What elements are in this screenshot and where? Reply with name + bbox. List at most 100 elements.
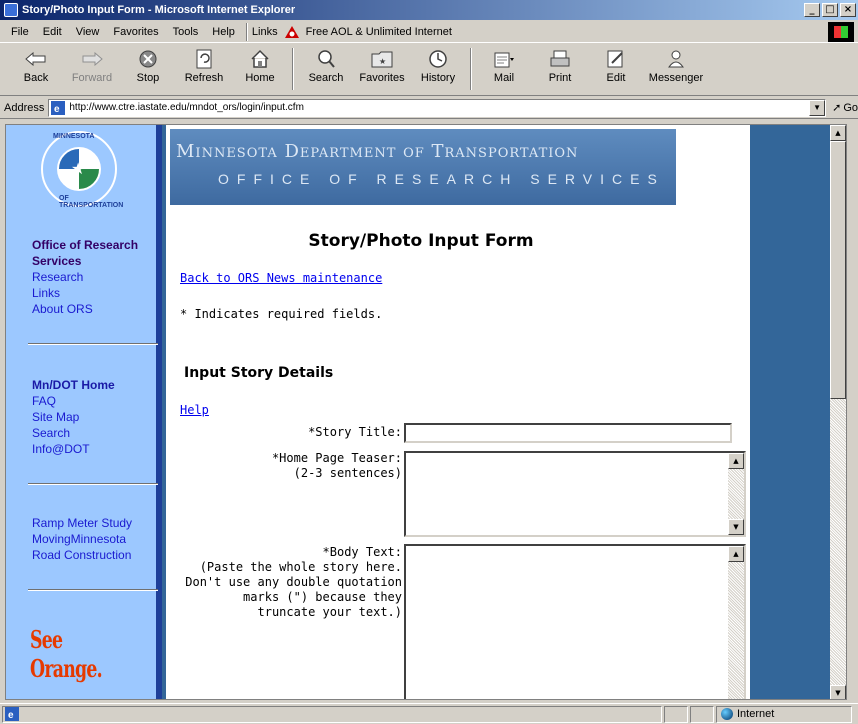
- address-label: Address: [4, 101, 45, 114]
- menu-bar: File Edit View Favorites Tools Help Link…: [0, 21, 858, 43]
- menu-view[interactable]: View: [69, 26, 107, 38]
- help-link[interactable]: Help: [180, 403, 209, 417]
- nav-link-about-ors[interactable]: About ORS: [32, 301, 162, 317]
- stop-icon: [134, 48, 162, 70]
- header-banner: Minnesota Department of Transportation O…: [170, 129, 676, 205]
- aol-icon: [284, 25, 299, 38]
- seal-bottom-text: OF TRANSPORTATION: [59, 195, 124, 209]
- teaser-textarea[interactable]: ▲ ▼: [404, 451, 746, 537]
- banner-line-2: OFFICE OF RESEARCH SERVICES: [218, 171, 665, 187]
- edit-label: Edit: [606, 72, 626, 84]
- body-textarea[interactable]: ▲: [404, 544, 746, 699]
- edit-icon: [602, 48, 630, 70]
- address-bar: Address e http://www.ctre.iastate.edu/mn…: [0, 97, 858, 119]
- refresh-label: Refresh: [184, 72, 224, 84]
- nav-link-site-map[interactable]: Site Map: [32, 409, 115, 425]
- forward-button[interactable]: Forward: [64, 44, 120, 84]
- see-orange-logo[interactable]: See Orange.: [30, 625, 125, 683]
- scroll-up-button[interactable]: ▲: [728, 453, 744, 469]
- story-title-label: *Story Title:: [308, 425, 402, 439]
- nav-heading-mndot-home[interactable]: Mn/DOT Home: [32, 377, 115, 393]
- menu-tools[interactable]: Tools: [166, 26, 206, 38]
- teaser-scrollbar[interactable]: ▲ ▼: [728, 453, 744, 535]
- page-scroll-down-button[interactable]: ▼: [830, 685, 846, 699]
- history-icon: [424, 48, 452, 70]
- go-label: Go: [843, 101, 858, 114]
- nav-group-mndot: Mn/DOT Home FAQ Site Map Search Info@DOT: [32, 377, 115, 457]
- ie-status-icon: e: [5, 707, 19, 721]
- nav-link-faq[interactable]: FAQ: [32, 393, 115, 409]
- menu-file[interactable]: File: [4, 26, 36, 38]
- favorites-button[interactable]: ★ Favorites: [354, 44, 410, 84]
- messenger-button[interactable]: Messenger: [644, 44, 708, 84]
- browser-viewport: MINNESOTA ★ OF TRANSPORTATION Office of …: [5, 124, 847, 700]
- seal-top-text: MINNESOTA: [53, 133, 95, 140]
- scroll-up-button[interactable]: ▲: [728, 546, 744, 562]
- status-progress-cell: [664, 705, 688, 723]
- svg-text:e: e: [8, 710, 14, 721]
- menu-help[interactable]: Help: [205, 26, 242, 38]
- nav-link-search[interactable]: Search: [32, 425, 115, 441]
- address-input[interactable]: e http://www.ctre.iastate.edu/mndot_ors/…: [48, 98, 827, 117]
- history-button[interactable]: History: [410, 44, 466, 84]
- banner-line-1: Minnesota Department of Transportation: [176, 141, 579, 162]
- edit-button[interactable]: Edit: [588, 44, 644, 84]
- nav-link-research[interactable]: Research: [32, 269, 162, 285]
- menu-edit[interactable]: Edit: [36, 26, 69, 38]
- nav-link-road-construction[interactable]: Road Construction: [32, 547, 132, 563]
- section-heading: Input Story Details: [184, 365, 334, 381]
- menu-favorites[interactable]: Favorites: [106, 26, 165, 38]
- page-scroll-up-button[interactable]: ▲: [830, 125, 846, 141]
- back-button[interactable]: Back: [8, 44, 64, 84]
- printer-icon: [546, 48, 574, 70]
- mndot-seal-logo[interactable]: MINNESOTA ★ OF TRANSPORTATION: [41, 131, 123, 209]
- minimize-button[interactable]: _: [804, 3, 820, 17]
- go-button[interactable]: ➚ Go: [832, 101, 858, 115]
- links-bar: Links Free AOL & Unlimited Internet: [252, 25, 452, 39]
- mail-button[interactable]: Mail: [476, 44, 532, 84]
- nav-group-ors: Office of Research Services Research Lin…: [32, 237, 162, 317]
- nav-heading-ors[interactable]: Office of Research Services: [32, 237, 162, 269]
- search-label: Search: [308, 72, 344, 84]
- aol-link[interactable]: Free AOL & Unlimited Internet: [306, 26, 452, 38]
- stop-button[interactable]: Stop: [120, 44, 176, 84]
- nav-link-links[interactable]: Links: [32, 285, 162, 301]
- links-label[interactable]: Links: [252, 26, 278, 38]
- nav-link-ramp-meter-study[interactable]: Ramp Meter Study: [32, 515, 132, 531]
- windows-logo-icon: [828, 21, 854, 42]
- history-label: History: [420, 72, 456, 84]
- body-scrollbar[interactable]: ▲: [728, 546, 744, 699]
- close-button[interactable]: ×: [840, 3, 856, 17]
- svg-text:★: ★: [379, 57, 386, 66]
- back-arrow-icon: [22, 48, 50, 70]
- security-zone: Internet: [716, 705, 852, 723]
- home-icon: [246, 48, 274, 70]
- print-button[interactable]: Print: [532, 44, 588, 84]
- address-dropdown-button[interactable]: ▼: [809, 99, 826, 116]
- story-title-input[interactable]: [404, 423, 732, 443]
- left-navigation: MINNESOTA ★ OF TRANSPORTATION Office of …: [6, 125, 162, 699]
- nav-group-features: Ramp Meter Study MovingMinnesota Road Co…: [32, 515, 132, 563]
- star-icon: ★: [71, 159, 86, 178]
- refresh-icon: [190, 48, 218, 70]
- search-icon: [312, 48, 340, 70]
- print-label: Print: [548, 72, 572, 84]
- page-scrollbar[interactable]: ▲ ▼: [830, 125, 846, 699]
- forward-label: Forward: [71, 72, 113, 84]
- status-message-cell: e: [2, 705, 662, 723]
- scroll-down-button[interactable]: ▼: [728, 519, 744, 535]
- page-scroll-thumb[interactable]: [830, 141, 846, 399]
- search-button[interactable]: Search: [298, 44, 354, 84]
- nav-link-moving-minnesota[interactable]: MovingMinnesota: [32, 531, 132, 547]
- nav-link-info-dot[interactable]: Info@DOT: [32, 441, 115, 457]
- home-label: Home: [245, 72, 275, 84]
- maximize-button[interactable]: □: [822, 3, 838, 17]
- stop-label: Stop: [136, 72, 160, 84]
- back-to-maintenance-link[interactable]: Back to ORS News maintenance: [180, 271, 382, 285]
- home-button[interactable]: Home: [232, 44, 288, 84]
- favorites-icon: ★: [368, 48, 396, 70]
- refresh-button[interactable]: Refresh: [176, 44, 232, 84]
- required-fields-note: * Indicates required fields.: [180, 307, 383, 321]
- toolbar-separator: [292, 48, 294, 90]
- address-url[interactable]: http://www.ctre.iastate.edu/mndot_ors/lo…: [69, 102, 304, 113]
